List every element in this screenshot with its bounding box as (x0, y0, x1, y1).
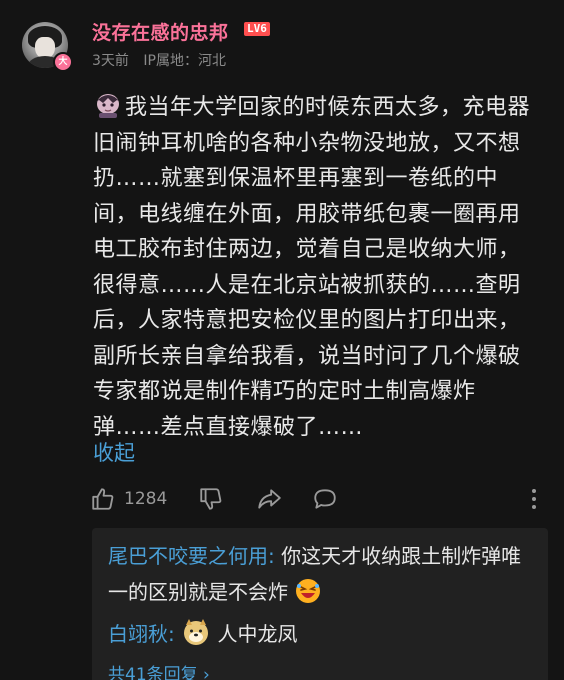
avatar[interactable]: 大 (22, 22, 73, 72)
reply-text: 人中龙凤 (217, 622, 298, 646)
ip-location: IP属地：河北 (143, 53, 226, 69)
reply-item[interactable]: 白翊秋: 人中龙凤 (108, 616, 538, 652)
comment-body: 我当年大学回家的时候东西太多，充电器旧闹钟耳机啥的各种小杂物没地放，又不想扔……… (93, 90, 541, 445)
comment-page: 大 没存在感的忠邦 LV6 3天前 IP属地：河北 我当年大学回家的时候东西太多… (0, 0, 564, 680)
like-button[interactable]: 1284 (90, 484, 167, 514)
reply-button[interactable] (312, 484, 338, 514)
collapse-button[interactable]: 收起 (93, 437, 135, 467)
laughing-emoji-icon (296, 579, 321, 603)
reply-author[interactable]: 白翊秋: (108, 622, 175, 646)
comment-meta: 3天前 IP属地：河北 (92, 50, 236, 70)
dislike-button[interactable] (198, 484, 224, 514)
anime-sticker-icon (96, 94, 120, 118)
comment-text: 我当年大学回家的时候东西太多，充电器旧闹钟耳机啥的各种小杂物没地放，又不想扔……… (93, 95, 531, 440)
view-all-replies-link[interactable]: 共41条回复 › (108, 660, 210, 680)
reply-preview-box[interactable]: 尾巴不咬要之何用: 你这天才收纳跟土制炸弹唯一的区别就是不会炸 白翊秋: 人中龙… (92, 528, 548, 680)
share-icon (258, 489, 281, 509)
post-time: 3天前 (92, 53, 129, 69)
like-count: 1284 (124, 489, 168, 509)
share-button[interactable] (256, 484, 282, 514)
action-bar: 1284 (90, 484, 548, 514)
reply-item[interactable]: 尾巴不咬要之何用: 你这天才收纳跟土制炸弹唯一的区别就是不会炸 (108, 538, 538, 610)
more-icon (532, 489, 536, 509)
more-options-button[interactable] (528, 484, 540, 514)
level-badge: LV6 (244, 22, 270, 36)
thumb-up-icon (92, 488, 114, 510)
thumb-down-icon (200, 488, 222, 510)
reply-icon (314, 489, 336, 509)
reply-author[interactable]: 尾巴不咬要之何用: (108, 544, 275, 568)
vip-badge-icon: 大 (53, 52, 73, 72)
username[interactable]: 没存在感的忠邦 (92, 18, 229, 45)
doge-emoji-icon (184, 619, 209, 645)
